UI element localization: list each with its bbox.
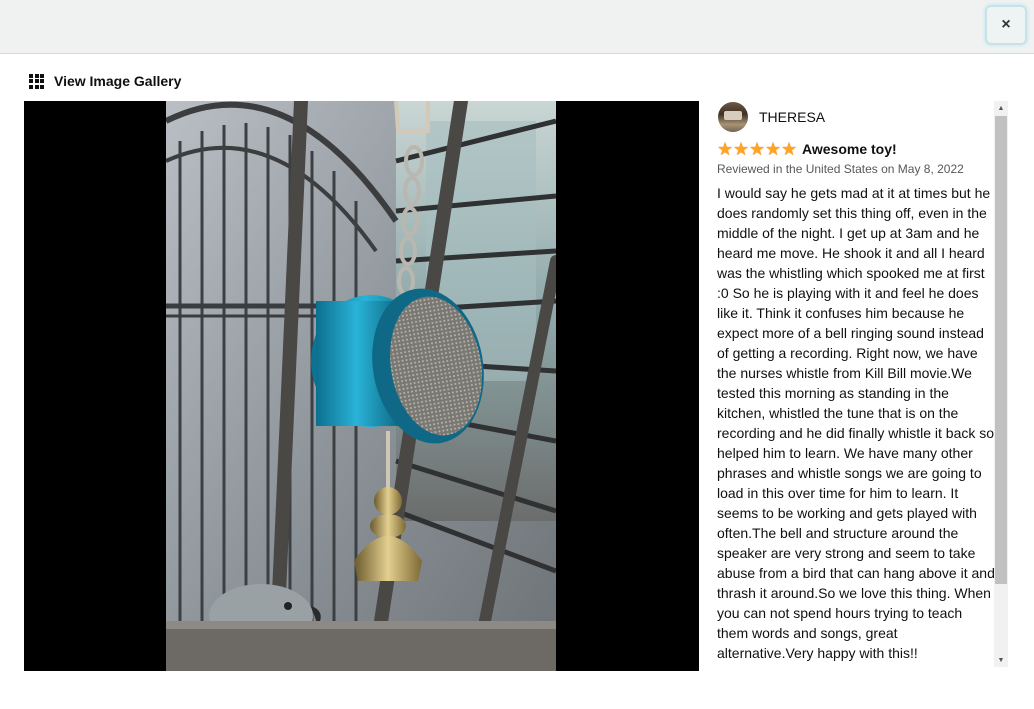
- star-rating: ★ ★ ★ ★ ★: [717, 140, 797, 158]
- view-image-gallery-link[interactable]: View Image Gallery: [29, 70, 181, 92]
- grid-icon: [29, 73, 44, 89]
- star-icon: ★: [749, 139, 766, 159]
- review-panel: THERESA ★ ★ ★ ★ ★ Awesome toy! Reviewed …: [712, 101, 994, 669]
- avatar: [718, 102, 748, 132]
- close-button[interactable]: ×: [985, 5, 1027, 45]
- review-date: Reviewed in the United States on May 8, …: [717, 162, 964, 176]
- star-icon: ★: [765, 139, 782, 159]
- scroll-up-arrow-icon[interactable]: ▲: [994, 101, 1008, 115]
- reviewer: THERESA: [718, 101, 825, 133]
- star-icon: ★: [733, 139, 750, 159]
- star-icon: ★: [717, 139, 734, 159]
- modal-header: ×: [0, 0, 1034, 54]
- review-text: I would say he gets mad at it at times b…: [717, 185, 994, 661]
- close-icon: ×: [1001, 16, 1011, 33]
- review-title: Awesome toy!: [802, 141, 897, 157]
- reviewer-name: THERESA: [759, 109, 826, 125]
- gallery-link-label: View Image Gallery: [54, 73, 182, 89]
- media-viewer[interactable]: [24, 101, 699, 671]
- scroll-down-arrow-icon[interactable]: ▼: [994, 653, 1008, 667]
- star-icon: ★: [781, 139, 798, 159]
- review-scrollbar[interactable]: ▲ ▼: [994, 101, 1008, 667]
- scroll-thumb[interactable]: [995, 116, 1007, 584]
- review-photo: [166, 101, 556, 671]
- rating-row: ★ ★ ★ ★ ★ Awesome toy!: [717, 139, 897, 159]
